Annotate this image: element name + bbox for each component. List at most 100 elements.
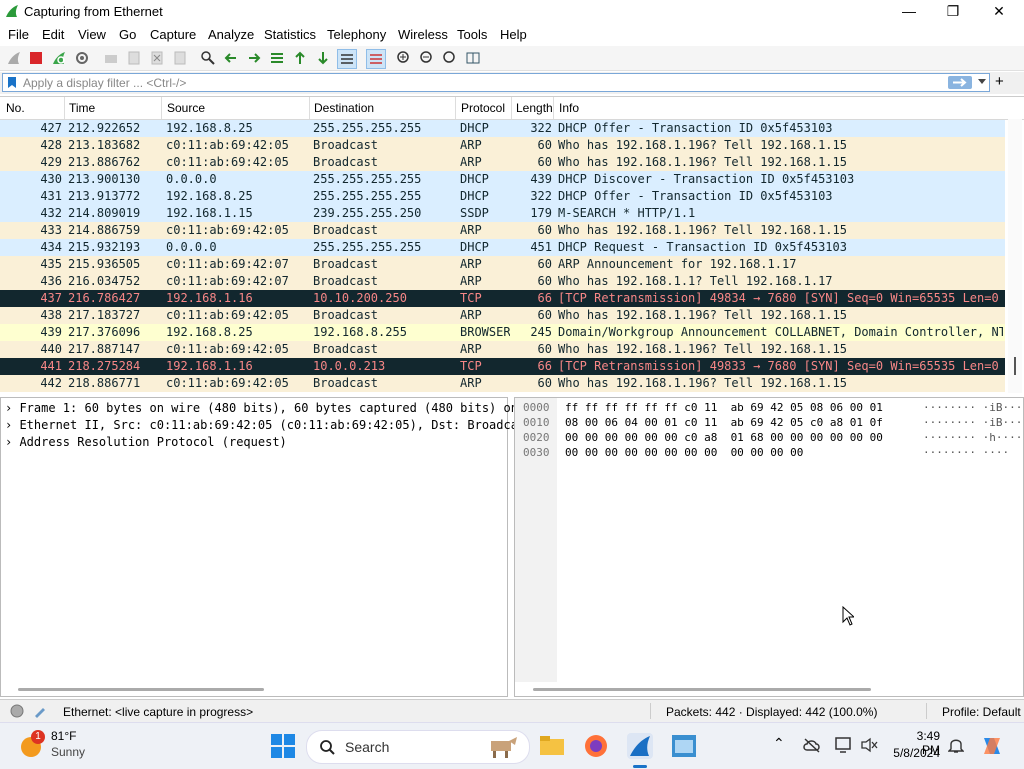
menu-telephony[interactable]: Telephony: [327, 27, 386, 42]
hex-bytes[interactable]: ff ff ff ff ff ff c0 11 ab 69 42 05 08 0…: [565, 401, 883, 414]
firefox-button[interactable]: [583, 733, 609, 759]
go-to-packet-button[interactable]: [268, 49, 286, 67]
packet-row[interactable]: 435 215.936505 c0:11:ab:69:42:07 Broadcast A…: [0, 256, 1005, 273]
packet-row[interactable]: 429 213.886762 c0:11:ab:69:42:05 Broadcast A…: [0, 154, 1005, 171]
first-packet-button[interactable]: [291, 49, 309, 67]
packet-row[interactable]: 438 217.183727 c0:11:ab:69:42:05 Broadcast A…: [0, 307, 1005, 324]
detail-frame[interactable]: › Frame 1: 60 bytes on wire (480 bits), …: [5, 401, 518, 415]
packet-row[interactable]: 433 214.886759 c0:11:ab:69:42:05 Broadcast A…: [0, 222, 1005, 239]
menu-edit[interactable]: Edit: [42, 27, 64, 42]
packet-row[interactable]: 430 213.900130 0.0.0.0 255.255.255.255 DHCP 4…: [0, 171, 1005, 188]
capture-options-button[interactable]: [73, 49, 91, 67]
hex-ascii[interactable]: ········ ····: [923, 446, 1009, 459]
expert-info-icon[interactable]: [10, 704, 24, 718]
menu-help[interactable]: Help: [500, 27, 527, 42]
minimize-button[interactable]: —: [886, 0, 932, 22]
packet-row[interactable]: 439 217.376096 192.168.8.25 192.168.8.255 BR…: [0, 324, 1005, 341]
file-explorer-button[interactable]: [539, 733, 565, 759]
maximize-button[interactable]: ❐: [930, 0, 976, 22]
menu-tools[interactable]: Tools: [457, 27, 487, 42]
packet-row[interactable]: 434 215.932193 0.0.0.0 255.255.255.255 DHCP 4…: [0, 239, 1005, 256]
close-button[interactable]: ✕: [976, 0, 1022, 22]
hex-bytes[interactable]: 00 00 00 00 00 00 00 00 00 00 00 00: [565, 446, 803, 459]
packet-row[interactable]: 441 218.275284 192.168.1.16 10.0.0.213 TCP 66…: [0, 358, 1005, 375]
menu-statistics[interactable]: Statistics: [264, 27, 316, 42]
add-filter-button[interactable]: +: [995, 73, 1004, 90]
details-horizontal-scrollbar[interactable]: [18, 688, 264, 691]
packet-row[interactable]: 427 212.922652 192.168.8.25 255.255.255.255…: [0, 120, 1005, 137]
packet-row[interactable]: 432 214.809019 192.168.1.15 239.255.255.250…: [0, 205, 1005, 222]
find-packet-button[interactable]: [199, 49, 217, 67]
column-info[interactable]: Info: [559, 101, 579, 115]
last-packet-button[interactable]: [314, 49, 332, 67]
cloud-offline-icon[interactable]: [803, 737, 821, 753]
weather-condition[interactable]: Sunny: [51, 745, 85, 759]
packet-row[interactable]: 428 213.183682 c0:11:ab:69:42:05 Broadcast A…: [0, 137, 1005, 154]
scrollbar-thumb[interactable]: [1014, 357, 1016, 375]
open-file-button[interactable]: [102, 49, 120, 67]
network-app-button[interactable]: [671, 733, 697, 759]
packet-row[interactable]: 436 216.034752 c0:11:ab:69:42:07 Broadcast A…: [0, 273, 1005, 290]
display-filter-input[interactable]: [23, 75, 923, 90]
menu-file[interactable]: File: [8, 27, 29, 42]
menu-view[interactable]: View: [78, 27, 106, 42]
zoom-in-button[interactable]: [395, 49, 413, 67]
stop-capture-button[interactable]: [27, 49, 45, 67]
column-destination[interactable]: Destination: [314, 101, 374, 115]
expand-chevron-icon[interactable]: ›: [5, 435, 19, 449]
resize-columns-button[interactable]: [464, 49, 482, 67]
filter-dropdown-icon[interactable]: [978, 79, 986, 85]
start-button[interactable]: [270, 733, 296, 759]
bytes-horizontal-scrollbar[interactable]: [533, 688, 871, 691]
packet-row[interactable]: 437 216.786427 192.168.1.16 10.10.200.250 TC…: [0, 290, 1005, 307]
column-protocol[interactable]: Protocol: [461, 101, 505, 115]
copilot-icon[interactable]: [980, 734, 1004, 758]
go-forward-button[interactable]: [245, 49, 263, 67]
expand-chevron-icon[interactable]: ›: [5, 418, 19, 432]
restart-capture-button[interactable]: [50, 49, 68, 67]
packet-cell-len: 66: [537, 291, 552, 305]
menu-wireless[interactable]: Wireless: [398, 27, 448, 42]
menu-go[interactable]: Go: [119, 27, 136, 42]
zoom-out-button[interactable]: [418, 49, 436, 67]
capture-comment-icon[interactable]: [33, 704, 47, 718]
bookmark-icon[interactable]: [7, 76, 17, 89]
weather-widget-icon[interactable]: 1: [18, 730, 45, 759]
packet-list-scrollbar[interactable]: [1008, 119, 1022, 393]
profile-label[interactable]: Profile: Default: [942, 705, 1021, 719]
reload-file-button[interactable]: [171, 49, 189, 67]
start-capture-button[interactable]: [5, 49, 23, 67]
volume-muted-icon[interactable]: [860, 737, 878, 753]
go-back-button[interactable]: [222, 49, 240, 67]
display-icon[interactable]: [835, 737, 853, 753]
taskbar-search-box[interactable]: Search: [306, 730, 530, 764]
expand-chevron-icon[interactable]: ›: [5, 401, 19, 415]
zoom-reset-button[interactable]: [441, 49, 459, 67]
weather-temp[interactable]: 81°F: [51, 729, 76, 743]
detail-ethernet[interactable]: › Ethernet II, Src: c0:11:ab:69:42:05 (c…: [5, 418, 518, 432]
menu-analyze[interactable]: Analyze: [208, 27, 254, 42]
packet-row[interactable]: 440 217.887147 c0:11:ab:69:42:05 Broadcast A…: [0, 341, 1005, 358]
close-file-button[interactable]: [148, 49, 166, 67]
column-no[interactable]: No.: [6, 101, 25, 115]
menu-capture[interactable]: Capture: [150, 27, 196, 42]
detail-arp[interactable]: › Address Resolution Protocol (request): [5, 435, 287, 449]
packet-row[interactable]: 442 218.886771 c0:11:ab:69:42:05 Broadcast A…: [0, 375, 1005, 392]
column-time[interactable]: Time: [69, 101, 95, 115]
hex-bytes[interactable]: 00 00 00 00 00 00 c0 a8 01 68 00 00 00 0…: [565, 431, 883, 444]
notification-bell-icon[interactable]: [948, 736, 964, 754]
clock-date[interactable]: 5/8/2024: [890, 746, 940, 760]
autoscroll-button[interactable]: [337, 49, 357, 69]
hex-ascii[interactable]: ········ ·iB·····: [923, 401, 1024, 414]
hex-ascii[interactable]: ········ ·iB·····: [923, 416, 1024, 429]
hex-bytes[interactable]: 08 00 06 04 00 01 c0 11 ab 69 42 05 c0 a…: [565, 416, 883, 429]
save-file-button[interactable]: [125, 49, 143, 67]
packet-row[interactable]: 431 213.913772 192.168.8.25 255.255.255.255…: [0, 188, 1005, 205]
column-source[interactable]: Source: [167, 101, 205, 115]
column-length[interactable]: Length: [516, 101, 552, 115]
show-hidden-icons-icon[interactable]: ⌃: [773, 735, 785, 752]
apply-filter-icon[interactable]: [948, 76, 972, 89]
colorize-button[interactable]: [366, 49, 386, 69]
hex-ascii[interactable]: ········ ·h······: [923, 431, 1024, 444]
wireshark-taskbar-button[interactable]: [627, 733, 653, 759]
